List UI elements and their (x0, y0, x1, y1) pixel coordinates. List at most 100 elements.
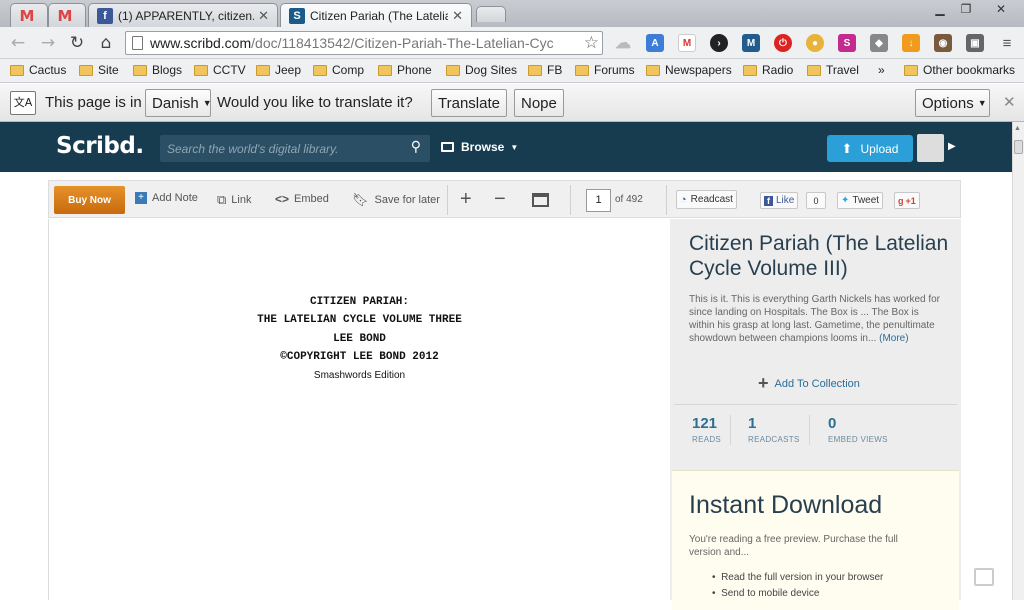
gmail-icon: M (19, 6, 35, 25)
cloud-icon[interactable]: ☁ (614, 34, 632, 52)
tab-scribd[interactable]: S Citizen Pariah (The Latelia ✕ (280, 3, 472, 27)
close-window-icon[interactable]: ✕ (984, 0, 1018, 18)
m-ext-icon[interactable]: M (742, 34, 760, 52)
search-input[interactable]: Search the world's digital library. ⚲ (160, 135, 430, 162)
scribd-logo[interactable]: Scribd. (56, 133, 144, 159)
folder-icon (743, 64, 757, 76)
bookmark-folder[interactable]: Phone (378, 63, 432, 77)
bookmark-folder[interactable]: Site (79, 63, 119, 77)
close-infobar-icon[interactable]: ✕ (1003, 93, 1016, 111)
options-button[interactable]: Options ▼ (915, 89, 990, 117)
bookmarks-overflow[interactable]: » (878, 63, 885, 77)
bookmark-folder[interactable]: Jeep (256, 63, 301, 77)
scrollbar-thumb[interactable] (1014, 140, 1023, 154)
instant-item: • Read the full version in your browser (712, 572, 884, 583)
gmail-ext-icon[interactable]: M (678, 34, 696, 52)
facebook-like-button[interactable]: f Like (760, 192, 799, 209)
avatar[interactable] (917, 134, 944, 162)
language-select[interactable]: Danish ▼ (145, 89, 212, 117)
translate-icon: 文A (10, 91, 36, 115)
tag-ext-icon[interactable]: ◆ (870, 34, 888, 52)
upload-icon: ⬆ (841, 140, 853, 156)
search-icon[interactable]: ⚲ (411, 139, 421, 155)
buy-now-button[interactable]: Buy Now (54, 186, 125, 214)
translate-question: Would you like to translate it? (217, 94, 413, 111)
download-ext-icon[interactable]: ↓ (902, 34, 920, 52)
page-number-input[interactable]: 1 (586, 189, 611, 212)
close-tab-icon[interactable]: ✕ (452, 8, 463, 24)
readcast-button[interactable]: ◔ Readcast (676, 190, 737, 209)
star-icon[interactable]: ☆ (583, 33, 599, 53)
translate-ext-icon[interactable]: A (646, 34, 664, 52)
folder-icon (256, 64, 270, 76)
chevron-right-icon[interactable]: ▶ (948, 141, 956, 152)
folder-icon (646, 64, 660, 76)
zoom-out-icon[interactable]: − (494, 188, 506, 211)
tab-gmail-1[interactable]: M (10, 3, 48, 27)
camera-ext-icon[interactable]: ◉ (934, 34, 952, 52)
facebook-icon: f (764, 195, 773, 206)
bookmark-folder[interactable]: Blogs (133, 63, 182, 77)
tab-facebook[interactable]: f (1) APPARENTLY, citizen... ✕ (88, 3, 278, 27)
page-scrollbar[interactable]: ▲ (1012, 122, 1024, 600)
google-plus-button[interactable]: g +1 (894, 192, 920, 209)
share-icon[interactable] (974, 568, 994, 586)
zoom-in-icon[interactable]: + (460, 188, 472, 211)
browse-menu[interactable]: Browse ▼ (441, 140, 518, 154)
nope-button[interactable]: Nope (514, 89, 564, 117)
stat-readcasts: 1 READCASTS (748, 415, 800, 444)
close-tab-icon[interactable]: ✕ (258, 8, 269, 24)
s-ext-icon[interactable]: S (838, 34, 856, 52)
folder-icon (79, 64, 93, 76)
tab-gmail-2[interactable]: M (48, 3, 86, 27)
folder-icon (313, 64, 327, 76)
bookmark-folder[interactable]: Dog Sites (446, 63, 517, 77)
more-link[interactable]: (More) (879, 333, 908, 344)
divider (809, 415, 810, 445)
bookmark-folder[interactable]: Radio (743, 63, 793, 77)
minimize-icon[interactable]: ▁ (926, 0, 954, 18)
bookmark-folder[interactable]: Newspapers (646, 63, 732, 77)
google-plus-icon: g (898, 195, 904, 206)
new-tab-button[interactable] (476, 6, 506, 22)
fullscreen-icon[interactable] (532, 193, 549, 207)
translate-button[interactable]: Translate (431, 89, 507, 117)
folder-icon (575, 64, 589, 76)
save-later-button[interactable]: 🔖︎ Save for later (352, 192, 440, 208)
forward-icon[interactable]: → (38, 33, 58, 53)
restore-icon[interactable]: ❐ (952, 0, 980, 18)
address-bar[interactable]: www.scribd.com/doc/118413542/Citizen-Par… (125, 31, 603, 55)
back-icon[interactable]: ← (8, 33, 28, 53)
folder-icon (446, 64, 460, 76)
page-total: of 492 (615, 194, 643, 205)
instant-text: You're reading a free preview. Purchase … (689, 534, 898, 558)
bookmark-folder[interactable]: Comp (313, 63, 364, 77)
scroll-up-icon[interactable]: ▲ (1014, 125, 1021, 132)
add-note-button[interactable]: + Add Note (135, 192, 198, 204)
bookmark-folder[interactable]: CCTV (194, 63, 246, 77)
other-bookmarks[interactable]: Other bookmarks (904, 63, 1015, 77)
link-icon: ⧉ (217, 192, 227, 207)
upload-button[interactable]: ⬆ Upload (827, 135, 913, 162)
translate-prefix: This page is in (45, 94, 142, 111)
monkey-ext-icon[interactable]: ● (806, 34, 824, 52)
play-ext-icon[interactable]: › (710, 34, 728, 52)
reload-icon[interactable]: ↻ (67, 33, 87, 53)
window-ext-icon[interactable]: ▣ (966, 34, 984, 52)
power-ext-icon[interactable]: ⏻ (774, 34, 792, 52)
document-page: CITIZEN PARIAH: THE LATELIAN CYCLE VOLUM… (48, 219, 669, 600)
menu-icon[interactable]: ≡ (998, 34, 1016, 52)
bookmark-folder[interactable]: FB (528, 63, 562, 77)
home-icon[interactable]: ⌂ (96, 33, 116, 53)
bookmark-folder[interactable]: Forums (575, 63, 635, 77)
stat-embed-views: 0 EMBED VIEWS (828, 415, 888, 444)
embed-button[interactable]: <> Embed (275, 192, 329, 206)
link-button[interactable]: ⧉ Link (217, 192, 251, 208)
folder-icon (528, 64, 542, 76)
bookmark-folder[interactable]: Travel (807, 63, 859, 77)
bookmark-folder[interactable]: Cactus (10, 63, 66, 77)
tweet-button[interactable]: ✦ Tweet (837, 192, 884, 209)
add-to-collection-button[interactable]: + Add To Collection (758, 373, 860, 394)
scribd-icon: S (289, 7, 305, 24)
divider (730, 415, 731, 445)
